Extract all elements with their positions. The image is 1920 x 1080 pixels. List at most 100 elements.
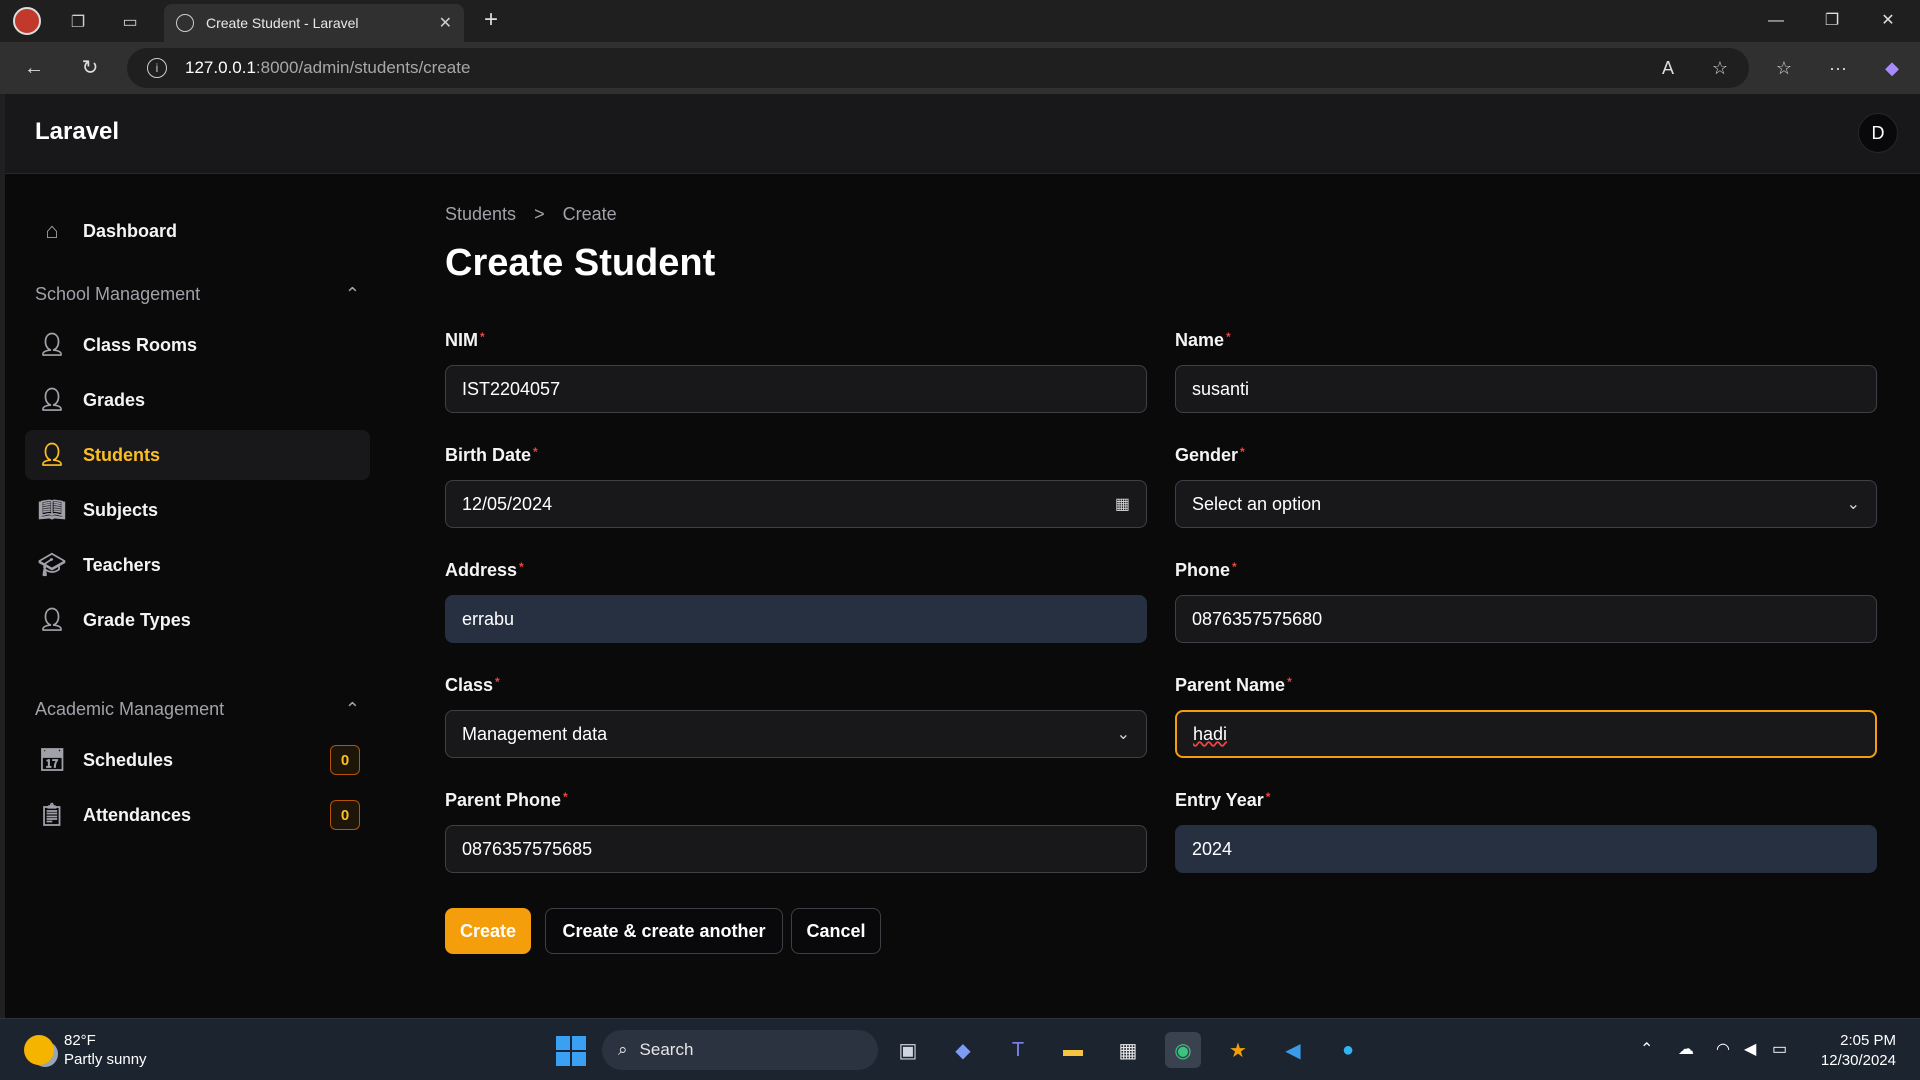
sidebar-item-teachers[interactable]: 🎓︎ Teachers: [25, 540, 370, 590]
sidebar-group-label: Academic Management: [35, 699, 225, 719]
phone-field[interactable]: 0876357575680: [1175, 595, 1877, 643]
read-aloud-icon[interactable]: A: [1654, 54, 1682, 82]
browser-tab[interactable]: Create Student - Laravel ✕: [164, 4, 464, 42]
book-icon: 📖︎: [38, 497, 66, 522]
sidebar-item-students[interactable]: 👤︎ Students: [25, 430, 370, 480]
teams-icon[interactable]: T: [1000, 1032, 1036, 1068]
sidebar-item-grade-types[interactable]: 👤︎ Grade Types: [25, 595, 370, 645]
user-icon: 👤︎: [38, 332, 66, 357]
breadcrumb-create: Create: [562, 204, 617, 224]
close-window-icon[interactable]: ✕: [1866, 8, 1910, 34]
volume-icon[interactable]: ◀: [1744, 1039, 1756, 1059]
sidebar-item-grades[interactable]: 👤︎ Grades: [25, 375, 370, 425]
create-button[interactable]: Create: [445, 908, 531, 954]
sidebar-item-label: Attendances: [83, 804, 192, 825]
nim-label: NIM *: [445, 330, 485, 350]
wifi-icon[interactable]: ◠: [1716, 1039, 1730, 1059]
sidebar-item-label: Students: [83, 444, 161, 465]
gender-select[interactable]: Select an option ⌄: [1175, 480, 1877, 528]
sidebar-item-attendances[interactable]: 📋︎ Attendances 0: [25, 790, 370, 840]
birth-date-field[interactable]: 12/05/2024 ▦: [445, 480, 1147, 528]
name-field[interactable]: susanti: [1175, 365, 1877, 413]
workspaces-icon[interactable]: ❐: [64, 8, 92, 36]
time: 2:05 PM: [1840, 1032, 1896, 1049]
cloud-icon[interactable]: ☁: [1678, 1039, 1694, 1059]
sidebar-item-label: Dashboard: [83, 220, 178, 241]
taskbar: 82°F Partly sunny ⌕ Search ▣ ◆ T ▬ ▦ ◉ ★…: [0, 1018, 1920, 1080]
address-label: Address *: [445, 560, 524, 580]
sidebar-item-label: Grade Types: [83, 609, 191, 630]
birth-date-label: Birth Date *: [445, 445, 538, 465]
globe-icon: [176, 14, 194, 32]
brand-logo[interactable]: Laravel: [35, 118, 119, 146]
clock[interactable]: 2:05 PM 12/30/2024: [1821, 1031, 1896, 1071]
address-field[interactable]: errabu: [445, 595, 1147, 643]
sidebar-group-academic[interactable]: Academic Management ⌃: [35, 699, 360, 720]
sidebar-item-label: Teachers: [83, 554, 161, 575]
file-explorer-icon[interactable]: ▬: [1055, 1032, 1091, 1068]
info-icon[interactable]: i: [147, 58, 167, 78]
restore-icon[interactable]: ❐: [1810, 8, 1854, 34]
chevron-up-icon: ⌃: [344, 284, 360, 304]
edge-browser-icon[interactable]: ◉: [1165, 1032, 1201, 1068]
copilot-icon[interactable]: ◆: [1878, 54, 1906, 82]
sidebar-group-label: School Management: [35, 284, 201, 304]
sidebar-item-class-rooms[interactable]: 👤︎ Class Rooms: [25, 320, 370, 370]
weather-widget[interactable]: 82°F Partly sunny: [24, 1031, 147, 1069]
nim-field[interactable]: IST2204057: [445, 365, 1147, 413]
favorites-icon[interactable]: ☆: [1770, 54, 1798, 82]
browser-tab-bar: ❐ ▭ Create Student - Laravel ✕ + — ❐ ✕: [0, 0, 1920, 42]
sidebar-item-dashboard[interactable]: ⌂ Dashboard: [25, 206, 370, 256]
parent-phone-field[interactable]: 0876357575685: [445, 825, 1147, 873]
app-window: Laravel D ⌂ Dashboard School Management …: [5, 94, 1920, 1018]
sidebar-item-subjects[interactable]: 📖︎ Subjects: [25, 485, 370, 535]
cancel-button[interactable]: Cancel: [791, 908, 881, 954]
sidebar-item-label: Subjects: [83, 499, 159, 520]
windows-start-icon[interactable]: [556, 1036, 586, 1066]
class-select[interactable]: Management data ⌄: [445, 710, 1147, 758]
breadcrumb-students[interactable]: Students: [445, 204, 516, 225]
page-title: Create Student: [445, 242, 716, 284]
vscode-icon[interactable]: ◀: [1275, 1032, 1311, 1068]
refresh-icon[interactable]: ↻: [76, 54, 104, 82]
store-icon[interactable]: ▦: [1110, 1032, 1146, 1068]
chevron-right-icon: >: [534, 204, 545, 224]
favorite-star-icon[interactable]: ☆: [1706, 54, 1734, 82]
battery-icon[interactable]: ▭: [1772, 1039, 1787, 1059]
url-host: 127.0.0.1: [185, 58, 256, 77]
create-another-button[interactable]: Create & create another: [545, 908, 783, 954]
task-view-icon[interactable]: ▣: [890, 1032, 926, 1068]
back-icon[interactable]: ←: [20, 54, 48, 82]
home-icon: ⌂: [45, 218, 59, 243]
name-label: Name *: [1175, 330, 1231, 350]
url-field[interactable]: i 127.0.0.1 :8000/admin/students/create: [127, 48, 1749, 88]
minimize-icon[interactable]: —: [1754, 8, 1798, 34]
partly-sunny-icon: [24, 1035, 54, 1065]
more-icon[interactable]: ···: [1824, 54, 1852, 82]
copilot-app-icon[interactable]: ◆: [945, 1032, 981, 1068]
sidebar-group-school[interactable]: School Management ⌃: [35, 284, 360, 305]
parent-name-label: Parent Name *: [1175, 675, 1292, 695]
entry-year-field[interactable]: 2024: [1175, 825, 1877, 873]
tray-chevron-up-icon[interactable]: ⌃: [1640, 1039, 1653, 1059]
new-tab-icon[interactable]: +: [478, 8, 504, 34]
user-avatar[interactable]: D: [1858, 113, 1898, 153]
calendar-icon[interactable]: ▦: [1115, 494, 1130, 514]
vertical-tabs-icon[interactable]: ▭: [116, 8, 144, 36]
date: 12/30/2024: [1820, 1052, 1896, 1069]
temperature: 82°F: [64, 1032, 96, 1049]
profile-avatar-icon[interactable]: [13, 7, 41, 35]
app-icon[interactable]: ●: [1330, 1032, 1366, 1068]
phone-label: Phone *: [1175, 560, 1237, 580]
parent-name-field[interactable]: hadi: [1175, 710, 1877, 758]
graduation-cap-icon: 🎓︎: [38, 552, 66, 577]
sidebar-item-schedules[interactable]: 📅︎ Schedules 0: [25, 735, 370, 785]
taskbar-search[interactable]: ⌕ Search: [602, 1030, 878, 1070]
gender-label: Gender *: [1175, 445, 1245, 465]
clipboard-check-icon: 📋︎: [38, 802, 66, 827]
sidebar-item-label: Schedules: [83, 749, 174, 770]
close-tab-icon[interactable]: ✕: [439, 13, 452, 33]
sidebar-item-label: Class Rooms: [83, 334, 198, 355]
user-icon: 👤︎: [38, 387, 66, 412]
medal-app-icon[interactable]: ★: [1220, 1032, 1256, 1068]
